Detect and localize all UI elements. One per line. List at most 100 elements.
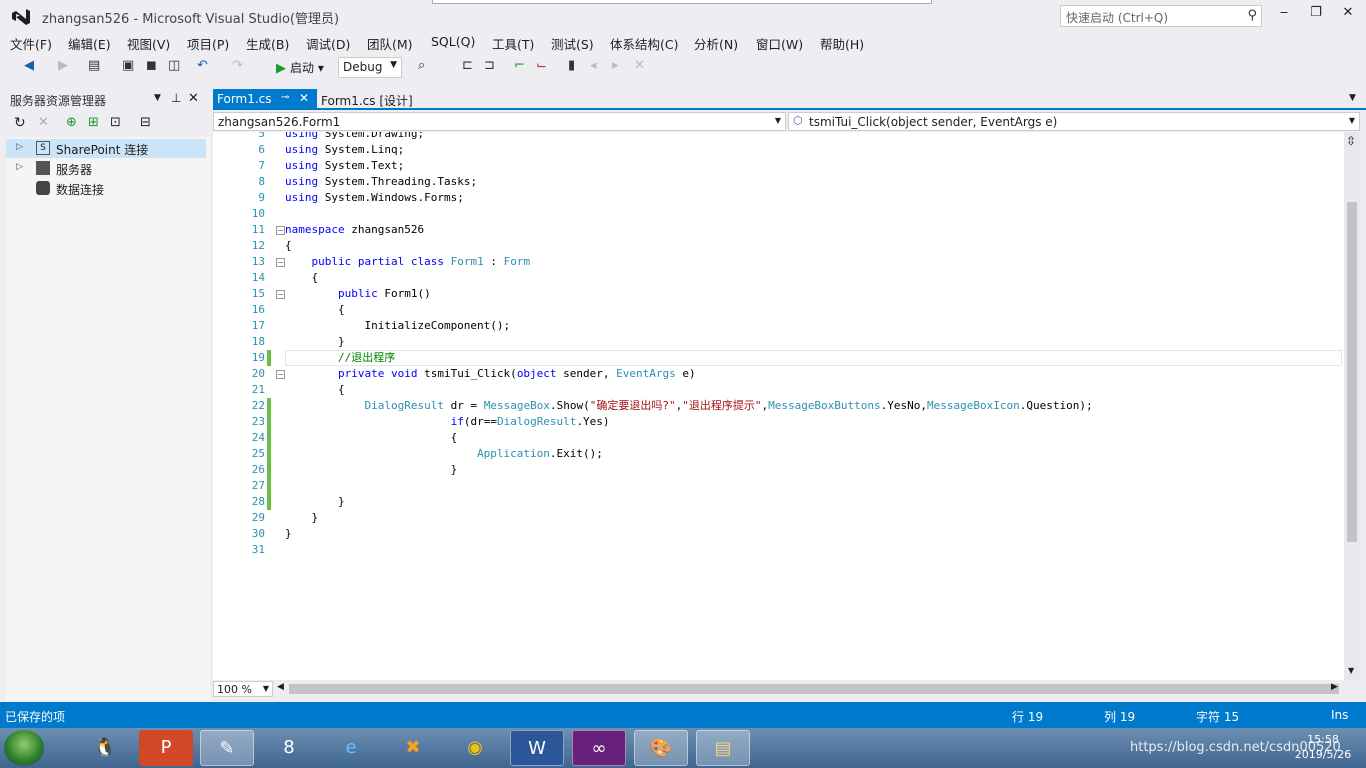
forward-icon[interactable]: ▶ (58, 58, 68, 78)
scroll-down-icon[interactable]: ▼ (1348, 666, 1354, 675)
split-icon[interactable]: ⇳ (1346, 134, 1356, 148)
panel-menu-icon[interactable]: ▼ (154, 93, 161, 103)
tree-item-servers[interactable]: ▷ 服务器 (6, 159, 206, 178)
line-number: 17 (251, 319, 265, 332)
prev-bookmark-icon[interactable]: ◂ (590, 58, 597, 78)
qq-icon[interactable]: 🐧 (78, 730, 132, 766)
new-project-icon[interactable]: ▤ (88, 58, 100, 78)
word-icon[interactable]: W (510, 730, 564, 766)
clear-bookmark-icon[interactable]: ✕ (634, 58, 645, 78)
save-all-icon[interactable]: ◫ (168, 58, 180, 78)
menu-architecture[interactable]: 体系结构(C) (610, 34, 678, 53)
menu-test[interactable]: 测试(S) (551, 34, 594, 53)
tab-form1-cs[interactable]: Form1.cs ⊸ ✕ (213, 89, 317, 110)
scroll-right-icon[interactable]: ▶ (1331, 682, 1338, 692)
toolbar: ◀ ▶ ▤ ▣ ◼ ◫ ↶ ↷ ⌕ ⊏ ⊐ ⌐ ⌙ ▮ ◂ ▸ ✕ (0, 54, 1366, 82)
line-number: 21 (251, 383, 265, 396)
collapse-icon[interactable]: − (276, 290, 285, 299)
member-dropdown[interactable]: ⬡ tsmiTui_Click(object sender, EventArgs… (788, 112, 1360, 131)
redo-icon[interactable]: ↷ (232, 58, 243, 78)
server-icon (36, 161, 50, 175)
maximize-button[interactable]: ❐ (1304, 5, 1328, 25)
undo-icon[interactable]: ↶ (197, 58, 208, 78)
stop-icon[interactable]: ✕ (38, 115, 49, 130)
menu-debug[interactable]: 调试(D) (306, 34, 350, 53)
code-line: using System.Drawing; (285, 132, 425, 140)
minimize-button[interactable]: ‒ (1272, 5, 1296, 25)
vertical-scrollbar[interactable]: ⇳ ▼ (1344, 132, 1360, 680)
menu-team[interactable]: 团队(M) (367, 34, 413, 53)
menu-edit[interactable]: 编辑(E) (68, 34, 111, 53)
open-file-icon[interactable]: ▣ (122, 58, 134, 78)
find-icon[interactable]: ⌕ (418, 58, 425, 78)
powerpoint-icon[interactable]: P (139, 730, 193, 766)
uncomment-icon[interactable]: ⌙ (536, 58, 547, 78)
format-icon[interactable]: ⊐ (484, 58, 495, 78)
tools-app-icon[interactable]: ✎ (200, 730, 254, 766)
connect-server-icon[interactable]: ⊕ (66, 115, 77, 130)
scroll-left-icon[interactable]: ◀ (277, 682, 284, 692)
collapse-icon[interactable]: − (276, 370, 285, 379)
paint-icon[interactable]: 🎨 (634, 730, 688, 766)
next-bookmark-icon[interactable]: ▸ (612, 58, 619, 78)
internet-explorer-icon[interactable]: e (324, 730, 378, 766)
windows-start-button[interactable] (4, 730, 44, 766)
menu-view[interactable]: 视图(V) (127, 34, 170, 53)
start-debug-button[interactable]: ▶ 启动 ▾ (276, 59, 324, 76)
windows-taskbar: 🐧 P ✎ 8 e ✖ ◉ W ∞ 🎨 ▤ https://blog.csdn.… (0, 728, 1366, 768)
document-tabs: Form1.cs ⊸ ✕ Form1.cs [设计] ▼ (213, 89, 1366, 110)
code-line: { (285, 303, 345, 316)
menu-analyze[interactable]: 分析(N) (694, 34, 738, 53)
xampp-icon[interactable]: ✖ (386, 730, 440, 766)
save-icon[interactable]: ◼ (146, 58, 157, 78)
collapse-icon[interactable]: − (276, 226, 285, 235)
zoom-select[interactable]: 100 % ▼ (213, 681, 273, 697)
line-number: 25 (251, 447, 265, 460)
server-explorer-title: 服务器资源管理器 (10, 94, 107, 108)
quick-launch-input[interactable]: 快速启动 (Ctrl+Q) ⚲ (1060, 5, 1262, 27)
menu-file[interactable]: 文件(F) (10, 34, 52, 53)
code-line: using System.Threading.Tasks; (285, 175, 478, 188)
code-editor[interactable]: 5 6 7 8 9 10 11 12 13 14 15 16 17 18 19 20 21 22 23 24 25 26 2… (213, 132, 1344, 680)
close-window-button[interactable]: ✕ (1336, 5, 1360, 25)
menu-project[interactable]: 项目(P) (187, 34, 229, 53)
properties-icon[interactable]: ⊟ (140, 115, 151, 130)
system-clock[interactable]: 15:58 2019/5/26 (1288, 732, 1358, 762)
tree-item-data-connections[interactable]: 数据连接 (6, 179, 206, 198)
tree-item-label: 服务器 (56, 163, 93, 177)
back-icon[interactable]: ◀ (24, 58, 34, 78)
collapse-icon[interactable]: − (276, 258, 285, 267)
connect-sharepoint-icon[interactable]: ⊡ (110, 115, 121, 130)
app-8-icon[interactable]: 8 (262, 730, 316, 766)
pin-icon[interactable]: ⊥ (171, 91, 181, 105)
expand-arrow-icon[interactable]: ▷ (16, 162, 23, 172)
chevron-down-icon: ▼ (774, 116, 781, 125)
close-panel-icon[interactable]: ✕ (188, 91, 199, 106)
menu-window[interactable]: 窗口(W) (756, 34, 803, 53)
align-icon[interactable]: ⊏ (462, 58, 473, 78)
code-line: private void tsmiTui_Click(object sender… (337, 367, 696, 380)
menu-build[interactable]: 生成(B) (246, 34, 289, 53)
search-icon[interactable]: ⚲ (1247, 8, 1257, 23)
refresh-icon[interactable]: ↻ (14, 115, 26, 131)
bookmark-icon[interactable]: ▮ (568, 58, 575, 78)
visual-studio-taskbar-icon[interactable]: ∞ (572, 730, 626, 766)
horizontal-scrollbar[interactable] (289, 684, 1339, 694)
type-dropdown[interactable]: zhangsan526.Form1 ▼ (213, 112, 786, 131)
menu-sql[interactable]: SQL(Q) (431, 34, 475, 49)
connect-database-icon[interactable]: ⊞ (88, 115, 99, 130)
solution-config-select[interactable]: Debug ▼ (338, 57, 402, 78)
scroll-thumb[interactable] (1347, 202, 1357, 542)
file-explorer-icon[interactable]: ▤ (696, 730, 750, 766)
pin-tab-icon[interactable]: ⊸ (281, 92, 289, 103)
tab-form1-designer[interactable]: Form1.cs [设计] (319, 89, 415, 112)
menu-tools[interactable]: 工具(T) (492, 34, 534, 53)
tab-list-icon[interactable]: ▼ (1349, 93, 1356, 103)
comment-icon[interactable]: ⌐ (514, 58, 525, 78)
chrome-icon[interactable]: ◉ (448, 730, 502, 766)
tree-item-sharepoint[interactable]: ▷ S SharePoint 连接 (6, 139, 206, 158)
expand-arrow-icon[interactable]: ▷ (16, 142, 23, 152)
menu-help[interactable]: 帮助(H) (820, 34, 864, 53)
line-number: 8 (258, 175, 265, 188)
close-tab-icon[interactable]: ✕ (299, 91, 309, 105)
